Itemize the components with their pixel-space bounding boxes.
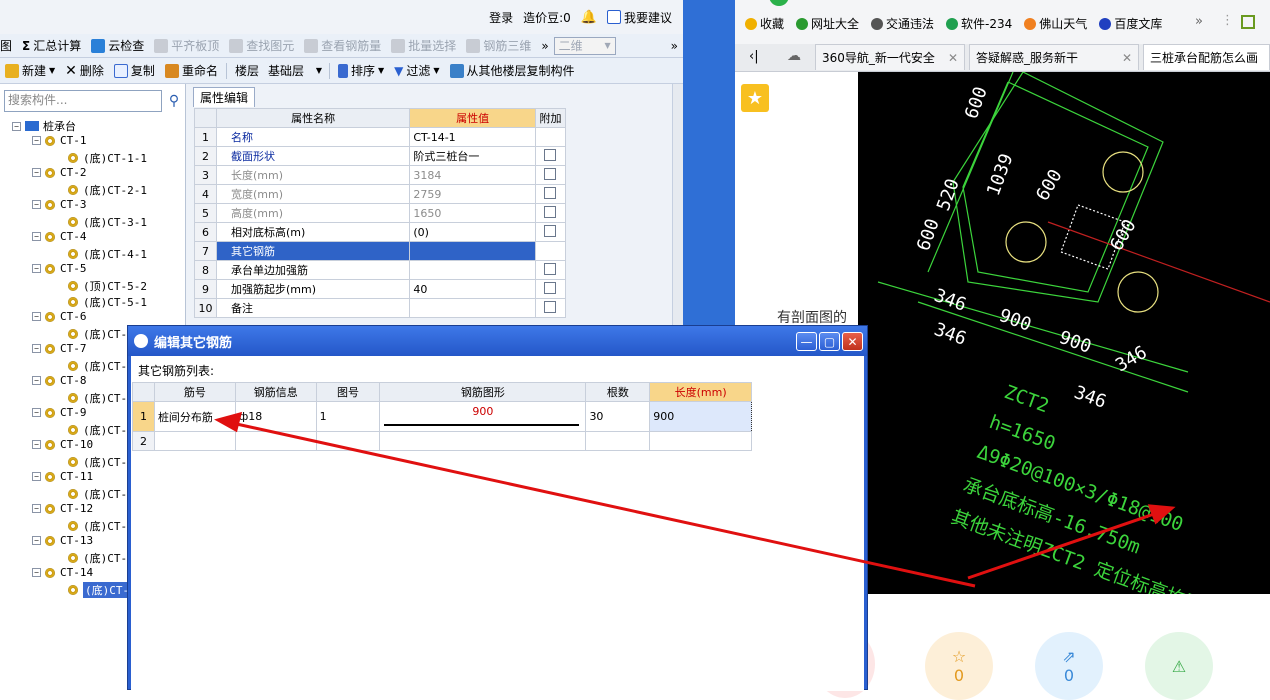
arrow-head-right [1147,504,1176,525]
annotation-arrows [214,411,1176,588]
arrow-line-right [967,510,1161,580]
arrow-line-left [231,421,976,588]
arrow-head-left [214,411,243,433]
